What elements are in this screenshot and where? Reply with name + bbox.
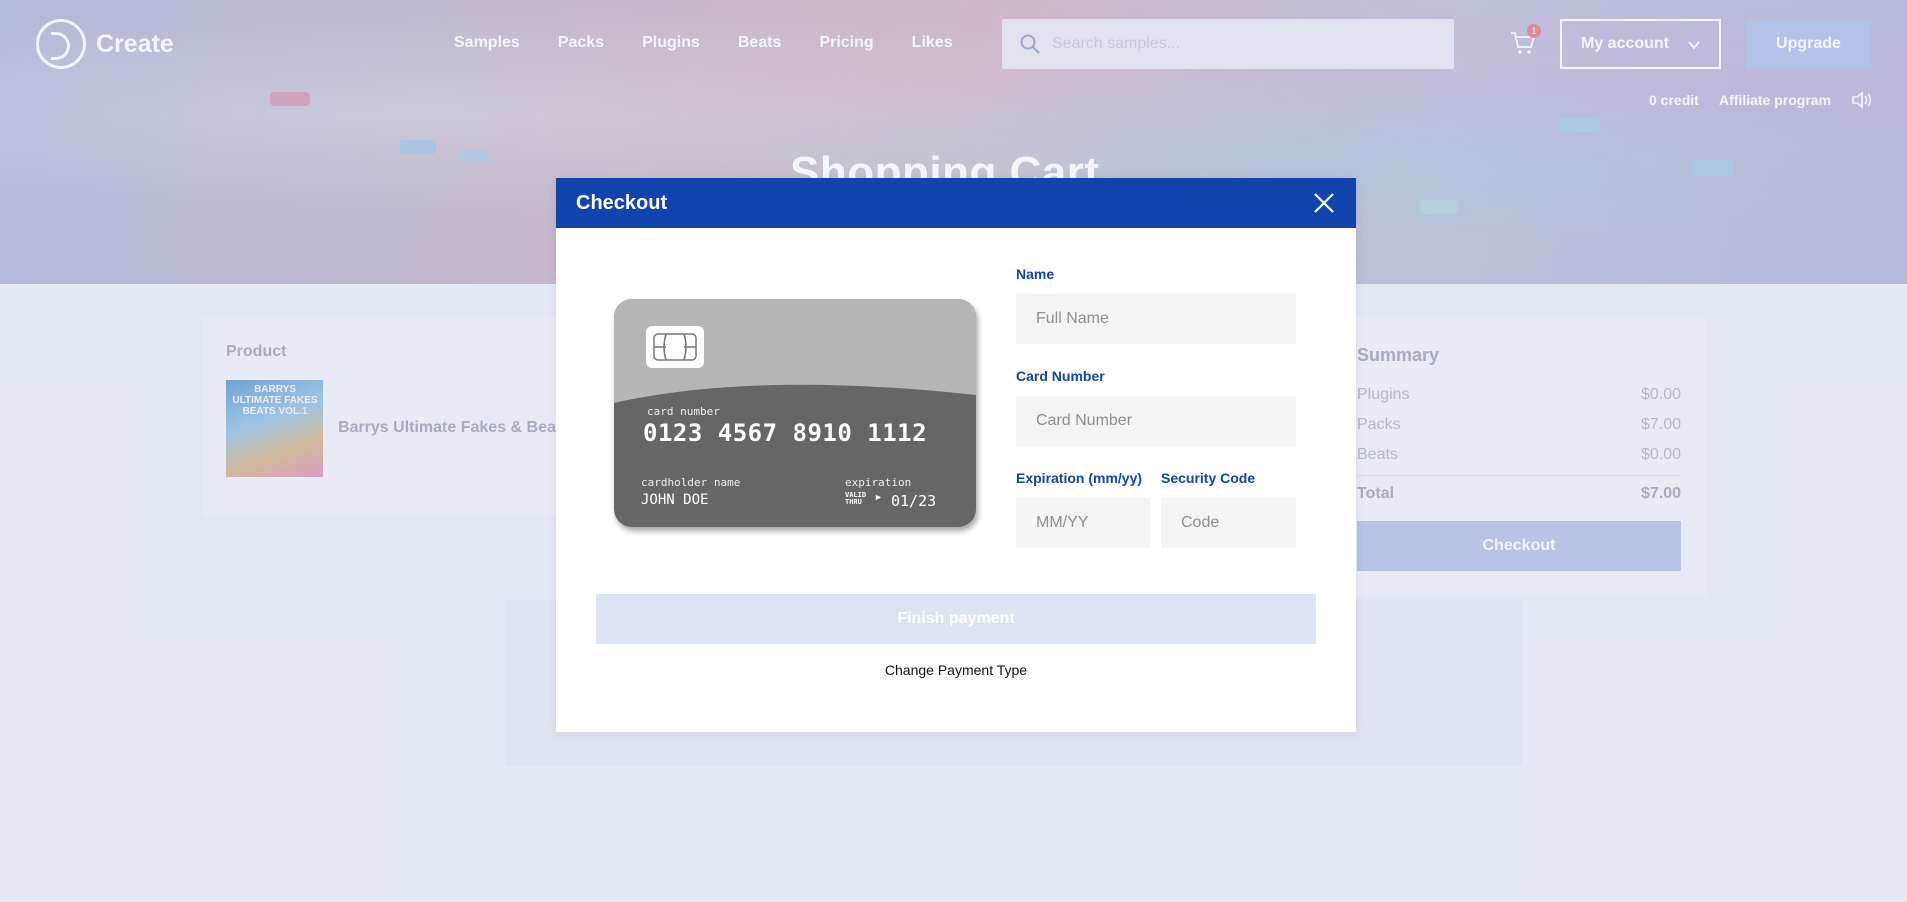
card-number-field[interactable] bbox=[1016, 396, 1296, 446]
card-number-label: card number bbox=[647, 405, 720, 418]
close-icon[interactable] bbox=[1312, 191, 1336, 215]
modal-header: Checkout bbox=[556, 178, 1356, 228]
credit-card-preview: card number 0123 4567 8910 1112 cardhold… bbox=[614, 299, 976, 527]
checkout-modal: Checkout card number 0123 4567 8910 1112… bbox=[556, 178, 1356, 732]
security-code-field[interactable] bbox=[1161, 498, 1296, 548]
security-code-label: Security Code bbox=[1161, 470, 1256, 486]
expiration-field-label: Expiration (mm/yy) bbox=[1016, 470, 1143, 486]
cardholder-name-display: JOHN DOE bbox=[641, 492, 709, 508]
finish-payment-button[interactable]: Finish payment bbox=[596, 594, 1316, 644]
expiration-label: expiration bbox=[845, 476, 912, 489]
expiration-field[interactable] bbox=[1016, 498, 1150, 548]
valid-thru-label: VALID THRU bbox=[845, 491, 867, 506]
arrow-right-icon: ► bbox=[874, 492, 883, 502]
card-number-display: 0123 4567 8910 1112 bbox=[643, 419, 928, 447]
name-label: Name bbox=[1016, 266, 1055, 282]
card-chip-icon bbox=[646, 326, 704, 368]
card-number-field-label: Card Number bbox=[1016, 368, 1105, 384]
change-payment-type-label[interactable]: Change Payment Type bbox=[885, 662, 1027, 678]
change-payment-type-link: Change Payment Type bbox=[556, 662, 1356, 678]
expiration-display: 01/23 bbox=[891, 492, 937, 510]
name-field[interactable] bbox=[1016, 294, 1296, 344]
cardholder-name-label: cardholder name bbox=[641, 476, 741, 489]
modal-title: Checkout bbox=[576, 192, 668, 214]
